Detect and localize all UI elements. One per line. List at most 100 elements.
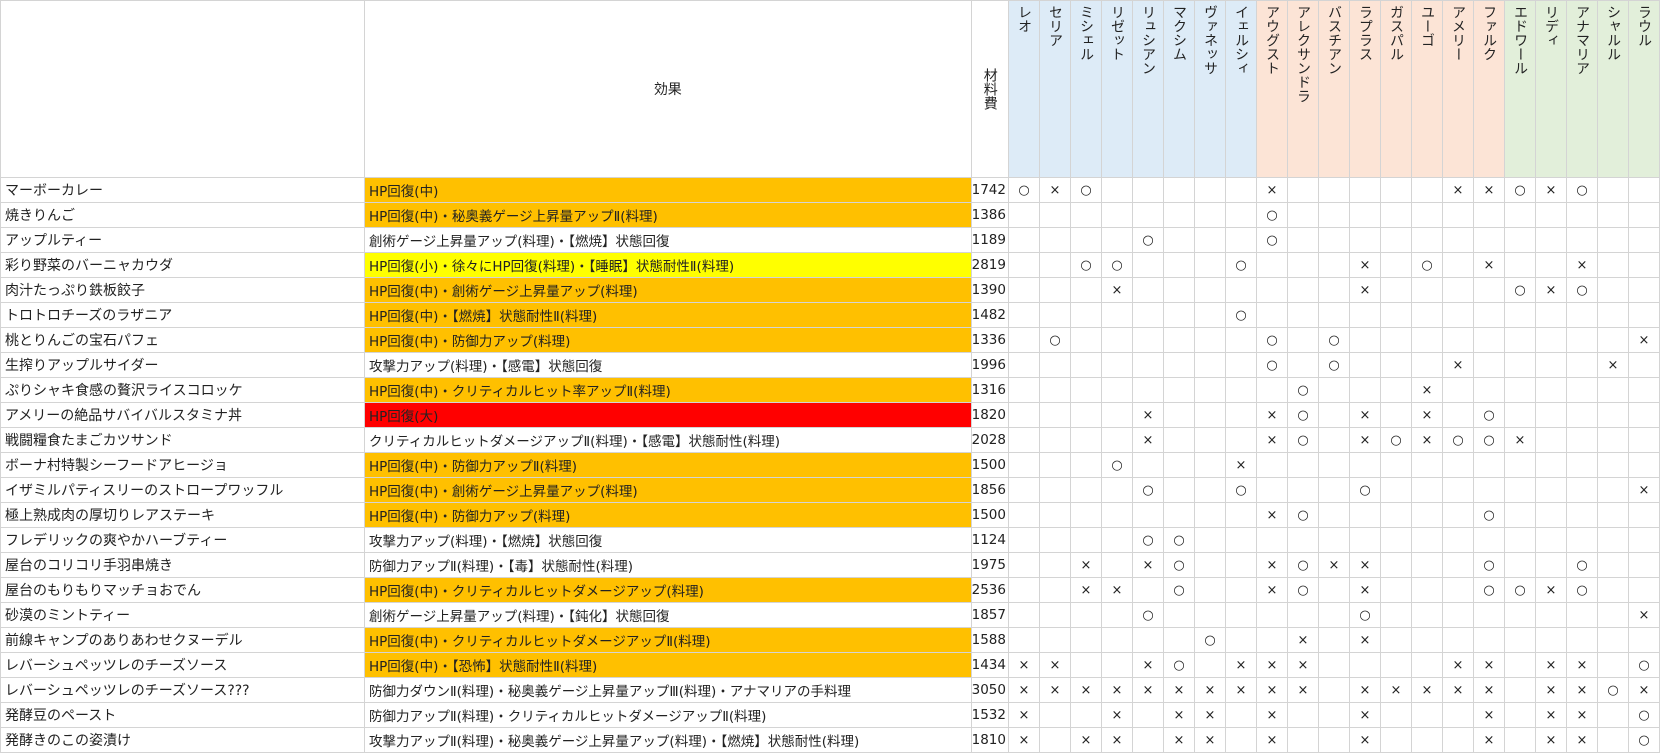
header-character-cell[interactable]: マクシム bbox=[1162, 0, 1195, 178]
mark-cell[interactable] bbox=[1286, 252, 1319, 278]
mark-cell[interactable] bbox=[1007, 277, 1040, 303]
mark-cell[interactable] bbox=[1534, 327, 1567, 353]
mark-cell[interactable] bbox=[1410, 652, 1443, 678]
mark-cell[interactable] bbox=[1379, 477, 1412, 503]
mark-cell[interactable] bbox=[1038, 702, 1071, 728]
mark-cell[interactable]: × bbox=[1193, 727, 1226, 753]
effect-cell[interactable]: HP回復(中)・クリティカルヒットダメージアップ(料理) bbox=[364, 577, 972, 603]
mark-cell[interactable] bbox=[1162, 402, 1195, 428]
mark-cell[interactable] bbox=[1348, 177, 1381, 203]
mark-cell[interactable] bbox=[1503, 452, 1536, 478]
mark-cell[interactable] bbox=[1286, 477, 1319, 503]
mark-cell[interactable]: ○ bbox=[1038, 327, 1071, 353]
mark-cell[interactable]: ○ bbox=[1224, 252, 1257, 278]
cost-cell[interactable]: 2028 bbox=[970, 427, 1009, 453]
mark-cell[interactable] bbox=[1224, 352, 1257, 378]
mark-cell[interactable]: × bbox=[1038, 677, 1071, 703]
effect-cell[interactable]: HP回復(中)・【燃焼】状態耐性Ⅱ(料理) bbox=[364, 302, 972, 328]
mark-cell[interactable] bbox=[1317, 452, 1350, 478]
header-character-cell[interactable]: ミシェル bbox=[1069, 0, 1102, 178]
mark-cell[interactable] bbox=[1410, 602, 1443, 628]
mark-cell[interactable]: ○ bbox=[1627, 727, 1660, 753]
mark-cell[interactable]: ○ bbox=[1255, 327, 1288, 353]
mark-cell[interactable] bbox=[1038, 502, 1071, 528]
cost-cell[interactable]: 1336 bbox=[970, 327, 1009, 353]
mark-cell[interactable] bbox=[1069, 627, 1102, 653]
mark-cell[interactable]: × bbox=[1131, 652, 1164, 678]
mark-cell[interactable] bbox=[1503, 252, 1536, 278]
mark-cell[interactable]: × bbox=[1038, 177, 1071, 203]
mark-cell[interactable] bbox=[1379, 377, 1412, 403]
mark-cell[interactable]: ○ bbox=[1224, 477, 1257, 503]
mark-cell[interactable] bbox=[1627, 202, 1660, 228]
cost-cell[interactable]: 1386 bbox=[970, 202, 1009, 228]
header-character-cell[interactable]: アウグスト bbox=[1255, 0, 1288, 178]
mark-cell[interactable] bbox=[1162, 277, 1195, 303]
mark-cell[interactable] bbox=[1627, 527, 1660, 553]
mark-cell[interactable]: × bbox=[1131, 677, 1164, 703]
mark-cell[interactable] bbox=[1627, 502, 1660, 528]
effect-cell[interactable]: HP回復(中)・防御力アップⅡ(料理) bbox=[364, 452, 972, 478]
mark-cell[interactable]: × bbox=[1348, 552, 1381, 578]
mark-cell[interactable] bbox=[1627, 627, 1660, 653]
mark-cell[interactable] bbox=[1224, 702, 1257, 728]
mark-cell[interactable] bbox=[1317, 702, 1350, 728]
mark-cell[interactable]: × bbox=[1348, 577, 1381, 603]
mark-cell[interactable] bbox=[1472, 377, 1505, 403]
mark-cell[interactable] bbox=[1565, 627, 1598, 653]
mark-cell[interactable]: × bbox=[1224, 652, 1257, 678]
mark-cell[interactable] bbox=[1255, 377, 1288, 403]
mark-cell[interactable]: ○ bbox=[1565, 177, 1598, 203]
mark-cell[interactable] bbox=[1441, 202, 1474, 228]
mark-cell[interactable]: × bbox=[1348, 402, 1381, 428]
mark-cell[interactable] bbox=[1472, 202, 1505, 228]
effect-cell[interactable]: 防御力アップⅡ(料理)・【毒】状態耐性(料理) bbox=[364, 552, 972, 578]
cost-cell[interactable]: 1434 bbox=[970, 652, 1009, 678]
mark-cell[interactable]: × bbox=[1534, 177, 1567, 203]
mark-cell[interactable] bbox=[1472, 627, 1505, 653]
mark-cell[interactable] bbox=[1317, 727, 1350, 753]
mark-cell[interactable] bbox=[1627, 577, 1660, 603]
mark-cell[interactable]: × bbox=[1069, 727, 1102, 753]
cost-cell[interactable]: 1500 bbox=[970, 452, 1009, 478]
mark-cell[interactable] bbox=[1503, 202, 1536, 228]
header-character-cell[interactable]: ガスパル bbox=[1379, 0, 1412, 178]
dish-name-cell[interactable]: ボーナ村特製シーフードアヒージョ bbox=[0, 452, 366, 478]
mark-cell[interactable]: ○ bbox=[1565, 577, 1598, 603]
mark-cell[interactable]: ○ bbox=[1286, 427, 1319, 453]
mark-cell[interactable]: × bbox=[1472, 177, 1505, 203]
mark-cell[interactable] bbox=[1131, 577, 1164, 603]
mark-cell[interactable] bbox=[1379, 202, 1412, 228]
mark-cell[interactable] bbox=[1534, 452, 1567, 478]
mark-cell[interactable]: × bbox=[1472, 677, 1505, 703]
mark-cell[interactable]: × bbox=[1441, 352, 1474, 378]
mark-cell[interactable] bbox=[1286, 602, 1319, 628]
mark-cell[interactable]: ○ bbox=[1317, 352, 1350, 378]
mark-cell[interactable] bbox=[1410, 627, 1443, 653]
mark-cell[interactable] bbox=[1596, 477, 1629, 503]
mark-cell[interactable] bbox=[1503, 502, 1536, 528]
dish-name-cell[interactable]: 発酵豆のペースト bbox=[0, 702, 366, 728]
dish-name-cell[interactable]: レバーシュペッツレのチーズソース??? bbox=[0, 677, 366, 703]
mark-cell[interactable] bbox=[1162, 452, 1195, 478]
mark-cell[interactable]: × bbox=[1348, 277, 1381, 303]
mark-cell[interactable] bbox=[1596, 452, 1629, 478]
mark-cell[interactable]: ○ bbox=[1441, 427, 1474, 453]
mark-cell[interactable] bbox=[1007, 252, 1040, 278]
header-character-cell[interactable]: イェルシィ bbox=[1224, 0, 1257, 178]
mark-cell[interactable] bbox=[1038, 627, 1071, 653]
mark-cell[interactable] bbox=[1193, 252, 1226, 278]
mark-cell[interactable] bbox=[1255, 527, 1288, 553]
mark-cell[interactable] bbox=[1503, 652, 1536, 678]
mark-cell[interactable] bbox=[1069, 377, 1102, 403]
cost-cell[interactable]: 1390 bbox=[970, 277, 1009, 303]
mark-cell[interactable] bbox=[1100, 352, 1133, 378]
mark-cell[interactable] bbox=[1255, 452, 1288, 478]
mark-cell[interactable] bbox=[1007, 402, 1040, 428]
mark-cell[interactable] bbox=[1472, 352, 1505, 378]
mark-cell[interactable] bbox=[1069, 502, 1102, 528]
header-cost-cell[interactable]: 材料費 bbox=[970, 0, 1009, 178]
mark-cell[interactable] bbox=[1627, 352, 1660, 378]
mark-cell[interactable] bbox=[1410, 577, 1443, 603]
mark-cell[interactable] bbox=[1007, 602, 1040, 628]
